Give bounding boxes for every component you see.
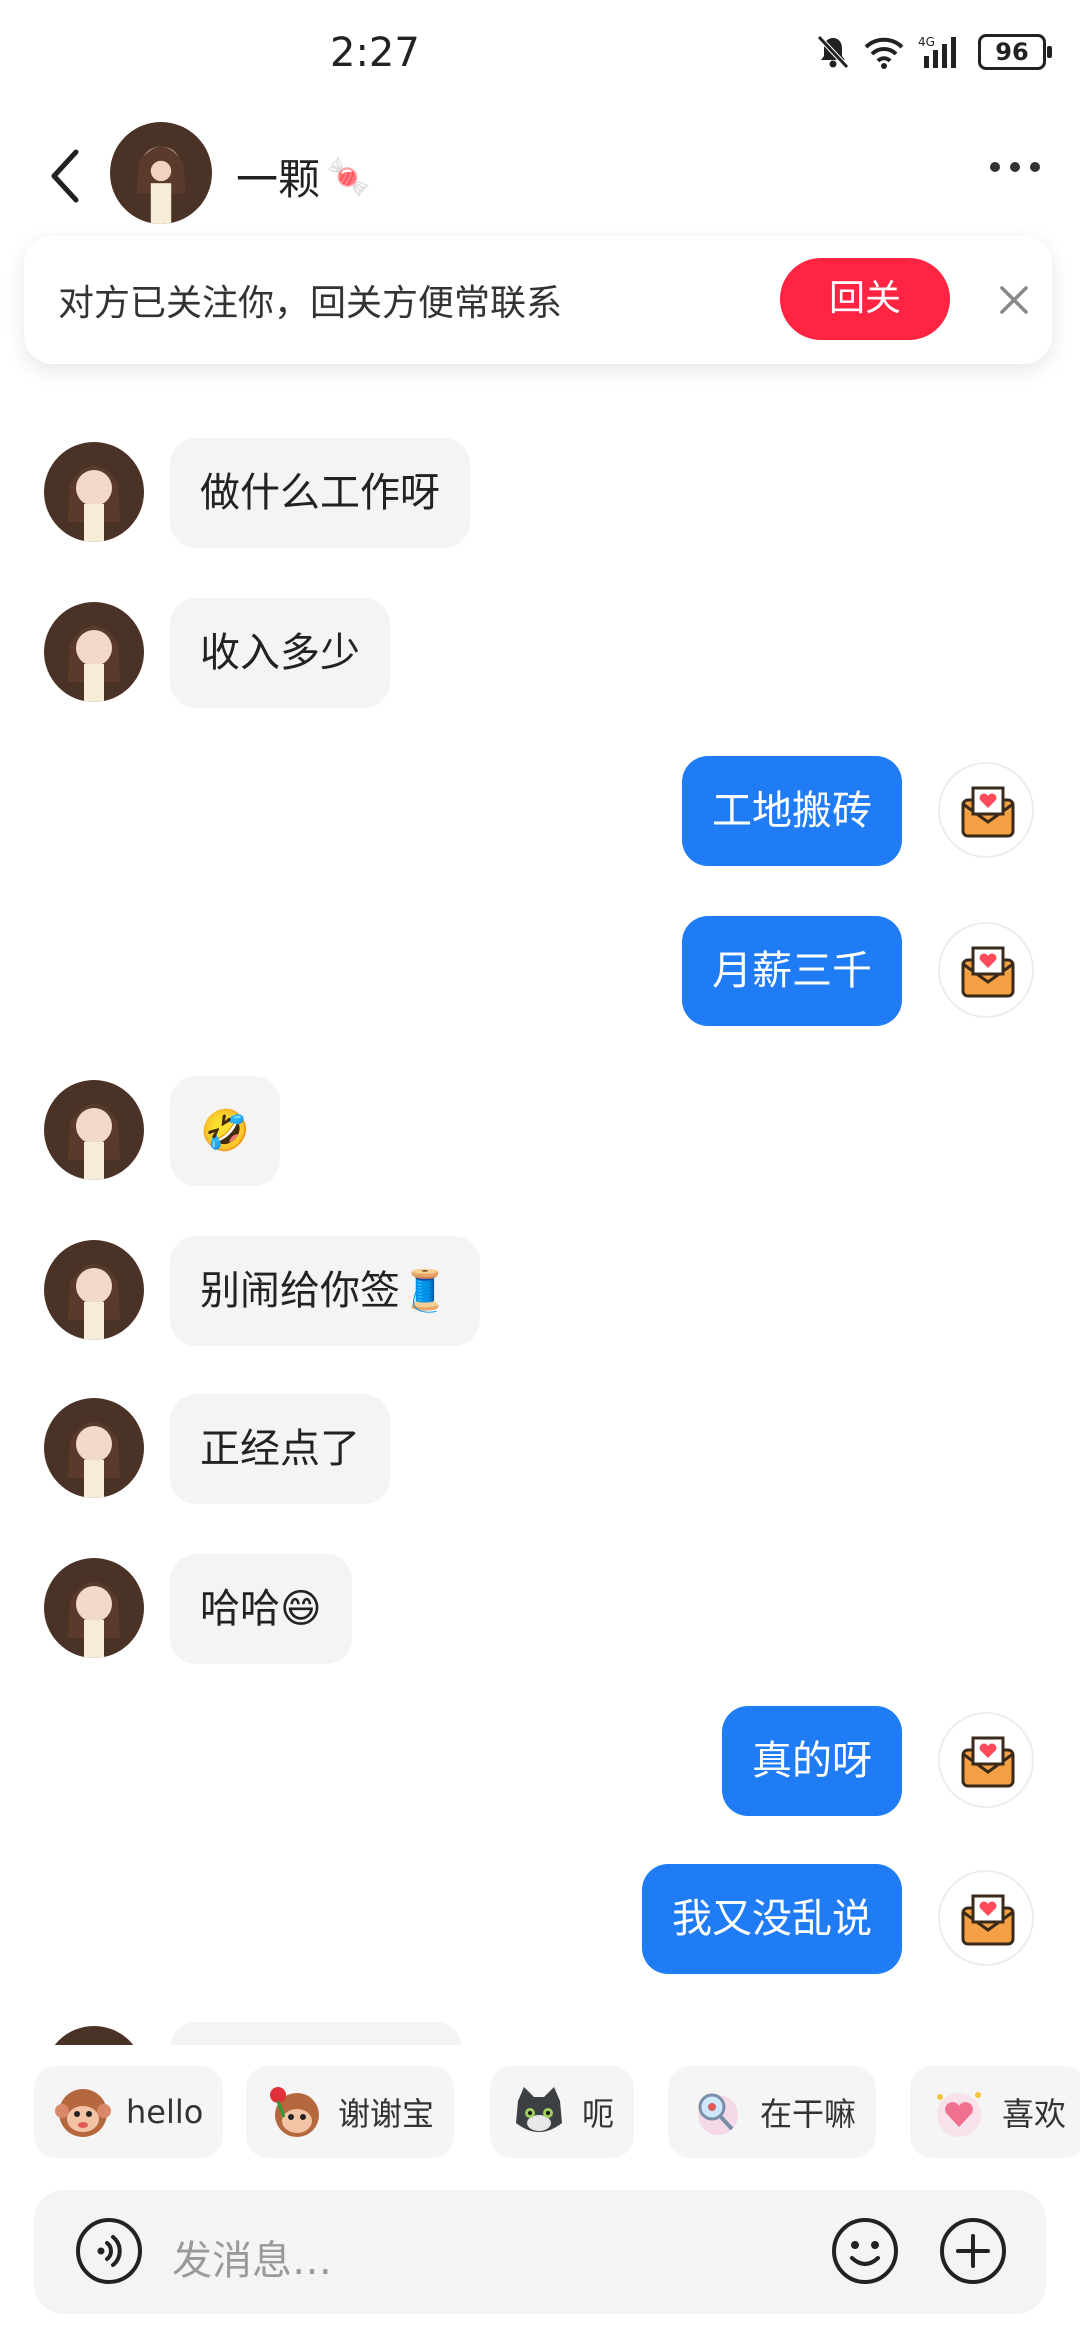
banner-text: 对方已关注你，回关方便常联系 <box>58 283 563 324</box>
status-time: 2:27 <box>330 30 420 76</box>
quick-reply-whatcha-doing[interactable]: 在干嘛 <box>668 2066 877 2158</box>
heart-character-icon <box>937 2092 981 2137</box>
candy-emoji: 🍬 <box>326 156 371 198</box>
incoming-message[interactable]: 做什么工作呀 <box>170 438 470 548</box>
contact-avatar[interactable] <box>44 602 144 702</box>
emoji-icon[interactable] <box>830 2216 900 2286</box>
contact-avatar[interactable] <box>44 1558 144 1658</box>
quick-reply-label: 呃 <box>582 2095 615 2133</box>
header-avatar[interactable] <box>110 122 212 224</box>
cell-signal-icon: 4G <box>918 35 956 68</box>
envelope-heart-icon[interactable] <box>938 762 1034 858</box>
message-list[interactable]: 做什么工作呀 收入多少 工地搬砖 月薪三千 🤣 别闹给你签🧵 正经点了 哈哈😄 … <box>0 240 1080 2045</box>
monkey-rose-icon <box>270 2087 319 2137</box>
contact-name: 一颗 🍬 <box>236 146 371 207</box>
back-arrow-icon[interactable] <box>46 146 86 206</box>
message-input-placeholder[interactable]: 发消息… <box>172 2228 332 2286</box>
quick-reply-label: 在干嘛 <box>760 2095 857 2133</box>
quick-reply-like[interactable]: 喜欢 <box>910 2066 1080 2158</box>
envelope-heart-icon[interactable] <box>938 1870 1034 1966</box>
contact-avatar[interactable] <box>44 1398 144 1498</box>
outgoing-message[interactable]: 真的呀 <box>722 1706 902 1816</box>
incoming-message[interactable]: 🤣 <box>170 1076 280 1186</box>
contact-avatar-partial <box>44 2026 144 2045</box>
quick-reply-hello[interactable]: hello <box>34 2066 224 2158</box>
status-bar: 2:27 4G 96 <box>0 0 1080 110</box>
partial-incoming-bubble <box>170 2022 462 2045</box>
more-options-icon[interactable] <box>990 162 1040 172</box>
envelope-heart-icon[interactable] <box>938 922 1034 1018</box>
close-icon[interactable] <box>992 278 1036 322</box>
incoming-message[interactable]: 哈哈😄 <box>170 1554 352 1664</box>
quick-reply-label: 喜欢 <box>1002 2095 1067 2133</box>
cat-icon <box>516 2087 562 2132</box>
mute-bell-icon <box>817 35 849 69</box>
add-attachment-icon[interactable] <box>938 2216 1008 2286</box>
voice-input-icon[interactable] <box>74 2216 144 2286</box>
quick-reply-bar: hello 谢谢宝 呃 在干嘛 喜欢 <box>0 2066 1080 2162</box>
incoming-message[interactable]: 别闹给你签🧵 <box>170 1236 480 1346</box>
chat-header: 一颗 🍬 <box>0 110 1080 240</box>
envelope-heart-icon[interactable] <box>938 1712 1034 1808</box>
message-input-bar[interactable]: 发消息… <box>34 2190 1046 2314</box>
contact-avatar[interactable] <box>44 442 144 542</box>
contact-avatar[interactable] <box>44 1080 144 1180</box>
monkey-icon <box>55 2089 111 2137</box>
contact-avatar[interactable] <box>44 1240 144 1340</box>
outgoing-message[interactable]: 我又没乱说 <box>642 1864 902 1974</box>
battery-indicator: 96 <box>978 34 1052 70</box>
incoming-message[interactable]: 收入多少 <box>170 598 390 708</box>
follow-back-banner: 对方已关注你，回关方便常联系 回关 <box>24 236 1052 364</box>
quick-reply-label: 谢谢宝 <box>338 2095 435 2133</box>
wifi-icon <box>864 37 904 69</box>
contact-name-text: 一颗 <box>236 155 321 204</box>
magnifier-character-icon <box>698 2093 738 2135</box>
incoming-message[interactable]: 正经点了 <box>170 1394 390 1504</box>
follow-back-button[interactable]: 回关 <box>780 258 950 340</box>
quick-reply-uh[interactable]: 呃 <box>490 2066 635 2158</box>
quick-reply-label: hello <box>126 2093 204 2131</box>
svg-text:4G: 4G <box>918 35 935 49</box>
outgoing-message[interactable]: 工地搬砖 <box>682 756 902 866</box>
outgoing-message[interactable]: 月薪三千 <box>682 916 902 1026</box>
quick-reply-thanks[interactable]: 谢谢宝 <box>246 2066 455 2158</box>
status-icons: 4G 96 <box>816 34 1052 70</box>
